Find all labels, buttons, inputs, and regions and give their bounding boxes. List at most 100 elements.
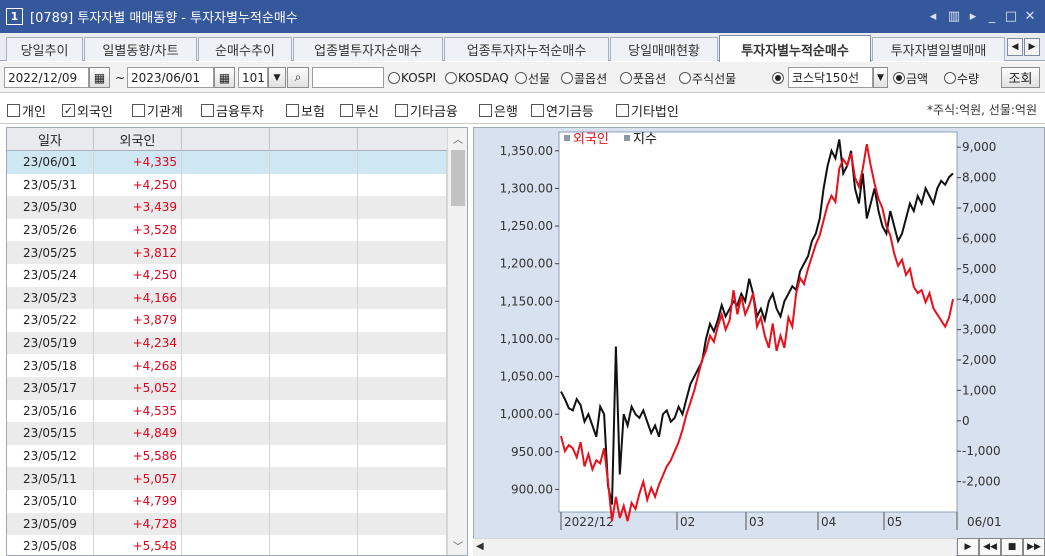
table-row[interactable]: 23/05/11 +5,057 bbox=[7, 467, 447, 490]
filter-foreigner[interactable]: ✓ 외국인 bbox=[62, 101, 113, 120]
radio-quantity[interactable]: 수량 bbox=[944, 68, 979, 88]
close-button[interactable]: ✕ bbox=[1021, 0, 1039, 33]
filter-financial-investment[interactable]: 금융투자 bbox=[201, 101, 264, 120]
empty-cell bbox=[182, 218, 270, 242]
tab-investor-daily[interactable]: 투자자별일별매매 bbox=[872, 37, 1005, 61]
filter-pension[interactable]: 연기금등 bbox=[531, 101, 594, 120]
radio-futures[interactable]: 선물 bbox=[515, 68, 550, 88]
window-list-icon[interactable]: ▥ bbox=[943, 0, 965, 33]
maximize-button[interactable]: □ bbox=[1002, 0, 1020, 33]
count-input[interactable]: 101 bbox=[238, 67, 268, 88]
checkbox-icon bbox=[531, 103, 544, 117]
foreigner-value-cell: +5,057 bbox=[94, 467, 182, 490]
horizontal-scrollbar[interactable]: ◀ bbox=[473, 538, 956, 556]
scroll-down-icon[interactable]: ﹀ bbox=[448, 536, 467, 554]
tab-daily-trend[interactable]: 당일추이 bbox=[6, 37, 83, 61]
header-foreigner[interactable]: 외국인 bbox=[94, 128, 182, 151]
tab-prev-icon[interactable]: ◀ bbox=[1007, 38, 1023, 56]
filter-investment-trust[interactable]: 투신 bbox=[340, 101, 379, 120]
end-date-input[interactable]: 2023/06/01 bbox=[127, 67, 214, 88]
start-date-input[interactable]: 2022/12/09 bbox=[4, 67, 89, 88]
radio-index[interactable] bbox=[772, 68, 785, 88]
table-row[interactable]: 23/05/24 +4,250 bbox=[7, 263, 447, 287]
tab-investor-cumulative[interactable]: 투자자별누적순매수 bbox=[719, 35, 871, 62]
table-row[interactable]: 23/05/26 +3,528 bbox=[7, 218, 447, 242]
tab-strip: 당일추이 일별동향/차트 순매수추이 업종별투자자순매수 업종투자자누적순매수 … bbox=[0, 33, 1045, 62]
table-row[interactable]: 23/05/19 +4,234 bbox=[7, 331, 447, 355]
scroll-left-icon[interactable]: ◂ bbox=[925, 0, 941, 33]
index-dropdown-icon[interactable]: ▼ bbox=[873, 67, 888, 88]
table-row[interactable]: 23/05/25 +3,812 bbox=[7, 241, 447, 264]
table-row[interactable]: 23/05/30 +3,439 bbox=[7, 196, 447, 219]
filter-institution[interactable]: 기관계 bbox=[132, 101, 183, 120]
left-axis-label: 1,350.00 bbox=[500, 144, 553, 158]
minimize-button[interactable]: _ bbox=[983, 0, 1001, 33]
filter-other-corporation[interactable]: 기타법인 bbox=[616, 101, 679, 120]
header-date[interactable]: 일자 bbox=[7, 128, 94, 151]
tab-net-buy-trend[interactable]: 순매수추이 bbox=[198, 37, 292, 61]
empty-cell bbox=[270, 263, 358, 287]
chart-stop-icon[interactable]: ■ bbox=[1001, 538, 1023, 556]
table-row[interactable]: 23/05/10 +4,799 bbox=[7, 489, 447, 513]
radio-put-option[interactable]: 풋옵션 bbox=[620, 68, 666, 88]
empty-cell bbox=[270, 467, 358, 490]
count-dropdown-icon[interactable]: ▼ bbox=[268, 67, 286, 88]
chart-forward-icon[interactable]: ▶▶ bbox=[1023, 538, 1045, 556]
left-axis-label: 1,100.00 bbox=[500, 332, 553, 346]
table-row[interactable]: 23/05/23 +4,166 bbox=[7, 286, 447, 310]
right-axis-label: 3,000 bbox=[962, 323, 996, 337]
table-row[interactable]: 23/05/22 +3,879 bbox=[7, 309, 447, 332]
radio-amount[interactable]: 금액 bbox=[893, 68, 928, 88]
scroll-left-icon[interactable]: ◀ bbox=[476, 541, 484, 552]
filter-insurance[interactable]: 보험 bbox=[286, 101, 325, 120]
radio-circle-icon bbox=[679, 72, 691, 84]
radio-kospi[interactable]: KOSPI bbox=[388, 68, 436, 88]
chart-next-icon[interactable]: ▶ bbox=[957, 538, 979, 556]
empty-cell bbox=[182, 512, 270, 536]
filter-bank[interactable]: 은행 bbox=[479, 101, 518, 120]
table-row[interactable]: 23/05/16 +4,535 bbox=[7, 399, 447, 423]
table-row[interactable]: 23/05/31 +4,250 bbox=[7, 173, 447, 197]
radio-call-option[interactable]: 콜옵션 bbox=[561, 68, 607, 88]
radio-kosdaq[interactable]: KOSDAQ bbox=[445, 68, 509, 88]
date-cell: 23/05/26 bbox=[7, 218, 94, 242]
table-row[interactable]: 23/06/01 +4,335 bbox=[7, 151, 447, 174]
radio-circle-icon bbox=[620, 72, 632, 84]
query-button[interactable]: 조회 bbox=[1001, 67, 1040, 88]
search-icon[interactable]: ⌕ bbox=[287, 67, 309, 88]
foreigner-value-cell: +3,439 bbox=[94, 196, 182, 219]
tab-sector-investor[interactable]: 업종별투자자순매수 bbox=[293, 37, 443, 61]
radio-stock-futures[interactable]: 주식선물 bbox=[679, 68, 736, 88]
table-row[interactable]: 23/05/15 +4,849 bbox=[7, 422, 447, 445]
table-row[interactable]: 23/05/08 +5,548 bbox=[7, 535, 447, 555]
filter-individual[interactable]: 개인 bbox=[7, 101, 46, 120]
foreigner-value-cell: +4,849 bbox=[94, 422, 182, 445]
window-number-badge[interactable]: 1 bbox=[6, 8, 23, 25]
tab-next-icon[interactable]: ▶ bbox=[1024, 38, 1040, 56]
table-row[interactable]: 23/05/18 +4,268 bbox=[7, 354, 447, 377]
scroll-up-icon[interactable]: ︿ bbox=[448, 129, 467, 147]
foreigner-value-cell: +4,250 bbox=[94, 263, 182, 287]
index-select[interactable]: 코스닥150선 bbox=[788, 67, 873, 88]
vertical-scrollbar[interactable]: ︿ ﹀ bbox=[447, 128, 467, 555]
tab-intraday-status[interactable]: 당일매매현황 bbox=[610, 37, 718, 61]
scroll-thumb[interactable] bbox=[451, 150, 465, 206]
table-row[interactable]: 23/05/09 +4,728 bbox=[7, 512, 447, 536]
start-calendar-icon[interactable]: ▦ bbox=[89, 67, 110, 88]
empty-cell bbox=[358, 241, 447, 264]
date-cell: 23/05/23 bbox=[7, 286, 94, 310]
foreigner-value-cell: +4,728 bbox=[94, 512, 182, 536]
scroll-right-icon[interactable]: ▸ bbox=[966, 0, 980, 33]
end-calendar-icon[interactable]: ▦ bbox=[214, 67, 235, 88]
tab-daily-chart[interactable]: 일별동향/차트 bbox=[84, 37, 197, 61]
x-axis-label: 04 bbox=[821, 515, 836, 529]
table-row[interactable]: 23/05/12 +5,586 bbox=[7, 444, 447, 468]
empty-cell bbox=[182, 489, 270, 513]
chart-rewind-icon[interactable]: ◀◀ bbox=[979, 538, 1001, 556]
table-row[interactable]: 23/05/17 +5,052 bbox=[7, 376, 447, 400]
tab-sector-cumulative[interactable]: 업종투자자누적순매수 bbox=[444, 37, 609, 61]
empty-cell bbox=[358, 286, 447, 310]
filter-other-financial[interactable]: 기타금융 bbox=[395, 101, 458, 120]
code-input[interactable] bbox=[312, 67, 384, 88]
window-title: [0789] 투자자별 매매동향 - 투자자별누적순매수 bbox=[30, 11, 298, 26]
